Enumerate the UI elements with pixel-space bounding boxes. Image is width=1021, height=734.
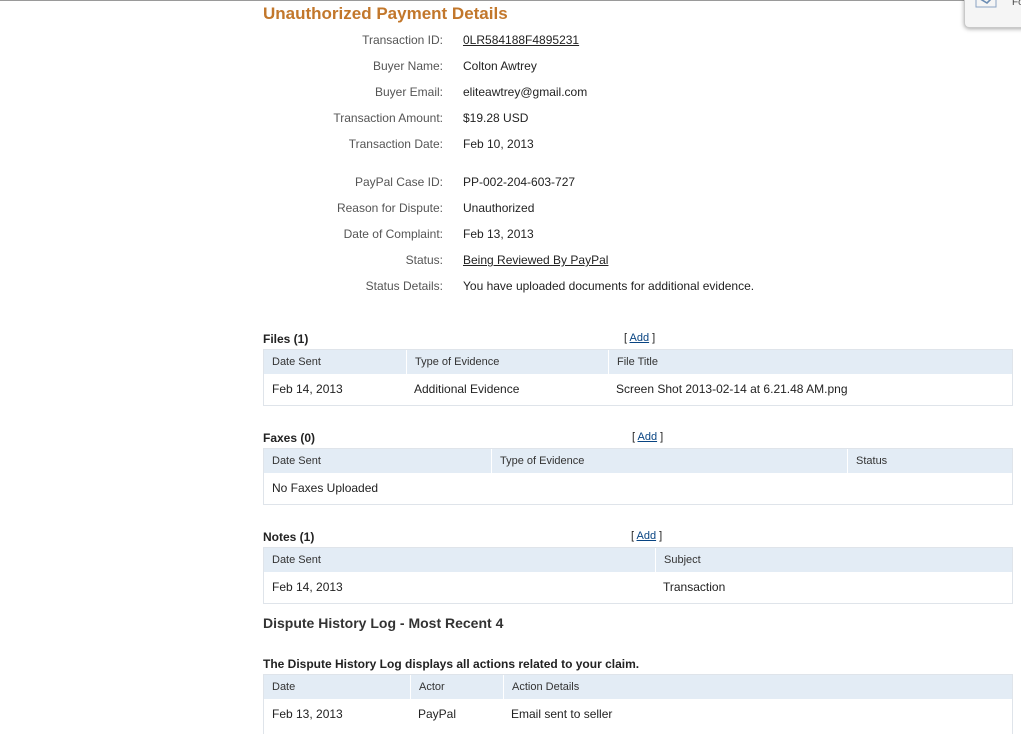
history-table: Date Actor Action Details Feb 13, 2013 P… <box>263 674 1013 734</box>
faxes-add-control: [ Add ] <box>632 431 664 443</box>
notification-popup[interactable]: Fo <box>964 0 1021 28</box>
notes-cell-subject[interactable]: Transaction <box>655 572 725 602</box>
notes-add-link[interactable]: Add <box>637 530 657 542</box>
detail-row-case-id: PayPal Case ID: PP-002-204-603-727 <box>263 175 963 191</box>
faxes-col-type[interactable]: Type of Evidence <box>491 449 847 473</box>
window-top-border <box>0 0 1021 1</box>
detail-value-case-id: PP-002-204-603-727 <box>463 175 576 189</box>
notes-add-control: [ Add ] <box>631 530 663 542</box>
detail-value-complaint-date: Feb 13, 2013 <box>463 227 534 241</box>
history-col-details[interactable]: Action Details <box>503 675 1012 699</box>
detail-value-reason: Unauthorized <box>463 201 535 215</box>
notes-cell-date: Feb 14, 2013 <box>272 580 343 594</box>
faxes-section-header: Faxes (0) [ Add ] <box>263 431 1013 447</box>
detail-row-transaction-amount: Transaction Amount: $19.28 USD <box>263 111 963 127</box>
history-table-header: Date Actor Action Details <box>264 675 1012 699</box>
detail-label-transaction-date: Transaction Date: <box>348 137 443 151</box>
faxes-title: Faxes (0) <box>263 431 316 445</box>
files-col-type[interactable]: Type of Evidence <box>406 350 608 374</box>
faxes-empty-message: No Faxes Uploaded <box>272 481 379 495</box>
history-description: The Dispute History Log displays all act… <box>263 657 640 671</box>
detail-value-transaction-amount: $19.28 USD <box>463 111 529 125</box>
faxes-table-header: Date Sent Type of Evidence Status <box>264 449 1012 473</box>
notes-title: Notes (1) <box>263 530 315 544</box>
detail-link-transaction-id[interactable]: 0LR584188F4895231 <box>463 33 579 47</box>
faxes-table: Date Sent Type of Evidence Status No Fax… <box>263 448 1013 505</box>
detail-label-transaction-amount: Transaction Amount: <box>333 111 443 125</box>
history-cell-date: Feb 13, 2013 <box>272 707 343 721</box>
detail-row-status: Status: Being Reviewed By PayPal <box>263 253 963 269</box>
notes-table-header: Date Sent Subject <box>264 548 1012 572</box>
files-col-date[interactable]: Date Sent <box>264 350 406 374</box>
faxes-col-status[interactable]: Status <box>847 449 1012 473</box>
detail-value-status-details: You have uploaded documents for addition… <box>463 279 755 293</box>
notes-col-date[interactable]: Date Sent <box>264 548 655 572</box>
history-cell-details: Email sent to seller <box>511 707 613 721</box>
files-table: Date Sent Type of Evidence File Title Fe… <box>263 349 1013 406</box>
detail-label-buyer-name: Buyer Name: <box>372 59 443 73</box>
notes-col-subject[interactable]: Subject <box>655 548 1012 572</box>
files-cell-type: Additional Evidence <box>414 382 520 396</box>
faxes-add-link[interactable]: Add <box>638 431 658 443</box>
detail-value-buyer-email: eliteawtrey@gmail.com <box>463 85 588 99</box>
detail-label-case-id: PayPal Case ID: <box>354 175 443 189</box>
table-row: No Faxes Uploaded <box>264 473 1012 503</box>
detail-label-status: Status: <box>405 253 443 267</box>
notes-table: Date Sent Subject Feb 14, 2013 Transacti… <box>263 547 1013 604</box>
history-title: Dispute History Log - Most Recent 4 <box>263 615 504 631</box>
detail-row-complaint-date: Date of Complaint: Feb 13, 2013 <box>263 227 963 243</box>
page-title: Unauthorized Payment Details <box>263 4 508 23</box>
files-add-control: [ Add ] <box>624 332 656 344</box>
detail-row-buyer-name: Buyer Name: Colton Awtrey <box>263 59 963 75</box>
files-add-link[interactable]: Add <box>630 332 650 344</box>
notes-section-header: Notes (1) [ Add ] <box>263 530 1013 546</box>
history-col-actor[interactable]: Actor <box>410 675 503 699</box>
table-row[interactable]: Feb 13, 2013 PayPal Email sent to seller <box>264 699 1012 729</box>
detail-label-complaint-date: Date of Complaint: <box>343 227 443 241</box>
detail-label-transaction-id: Transaction ID: <box>362 33 443 47</box>
detail-row-status-details: Status Details: You have uploaded documen… <box>263 279 963 295</box>
detail-row-transaction-id: Transaction ID: 0LR584188F4895231 <box>263 33 963 49</box>
detail-row-reason: Reason for Dispute: Unauthorized <box>263 201 963 217</box>
table-row[interactable]: Feb 14, 2013 Transaction <box>264 572 1012 602</box>
detail-value-buyer-name: Colton Awtrey <box>463 59 537 73</box>
files-title: Files (1) <box>263 332 309 346</box>
files-table-header: Date Sent Type of Evidence File Title <box>264 350 1012 374</box>
detail-value-transaction-date: Feb 10, 2013 <box>463 137 534 151</box>
history-cell-actor: PayPal <box>418 707 457 721</box>
notification-icon <box>975 0 997 8</box>
notification-text: Fo <box>1012 0 1021 8</box>
faxes-col-date[interactable]: Date Sent <box>264 449 491 473</box>
files-col-title[interactable]: File Title <box>608 350 1012 374</box>
detail-label-buyer-email: Buyer Email: <box>374 85 443 99</box>
detail-label-status-details: Status Details: <box>365 279 443 293</box>
detail-label-reason: Reason for Dispute: <box>336 201 443 215</box>
history-col-date[interactable]: Date <box>264 675 410 699</box>
detail-link-status[interactable]: Being Reviewed By PayPal <box>463 253 608 267</box>
files-cell-date: Feb 14, 2013 <box>272 382 343 396</box>
detail-row-transaction-date: Transaction Date: Feb 10, 2013 <box>263 137 963 153</box>
table-row[interactable]: Feb 14, 2013 Additional Evidence Screen … <box>264 374 1012 404</box>
files-section-header: Files (1) [ Add ] <box>263 332 1013 348</box>
files-cell-title[interactable]: Screen Shot 2013-02-14 at 6.21.48 AM.png <box>608 374 848 404</box>
detail-row-buyer-email: Buyer Email: eliteawtrey@gmail.com <box>263 85 963 101</box>
